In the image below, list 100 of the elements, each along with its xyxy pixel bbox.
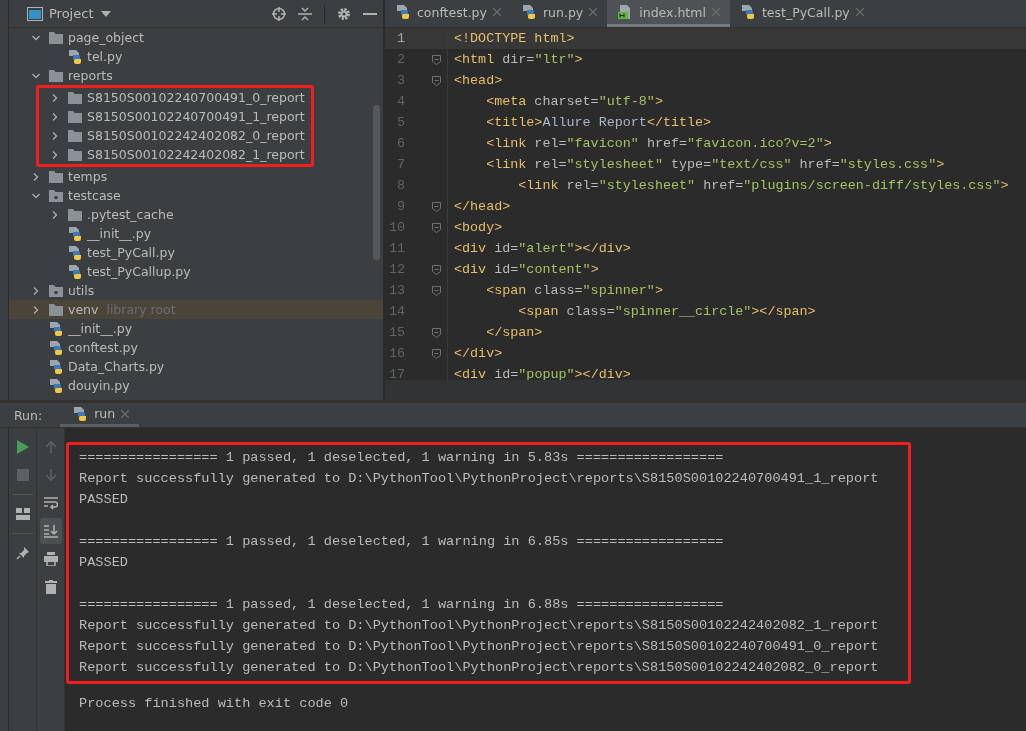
python-file-icon — [520, 4, 537, 20]
tree-item[interactable]: venv library root — [9, 300, 383, 319]
fold-marker-icon[interactable] — [432, 54, 441, 65]
line-number: 8 — [395, 178, 405, 193]
folder-icon — [67, 109, 83, 124]
console-line: PASSED — [79, 491, 129, 509]
fold-marker-icon[interactable] — [432, 348, 441, 359]
editor-tab[interactable]: conftest.py — [385, 0, 511, 27]
line-number: 13 — [387, 283, 405, 298]
editor-tab[interactable]: index.html — [607, 0, 730, 27]
code-line: <div id="popup"></div> — [454, 367, 631, 380]
folder-icon — [67, 90, 83, 105]
code-line: <!DOCTYPE html> — [454, 31, 575, 46]
code-line: <head> — [454, 73, 503, 88]
chevron-right-icon[interactable] — [50, 149, 60, 160]
chevron-right-icon[interactable] — [31, 171, 41, 182]
tree-item[interactable]: __init__.py — [9, 224, 383, 243]
chevron-right-icon[interactable] — [31, 285, 41, 296]
trash-icon[interactable] — [44, 580, 57, 594]
tree-item[interactable]: test_PyCall.py — [9, 243, 383, 262]
tree-item[interactable]: testcase — [9, 186, 383, 205]
locate-icon[interactable] — [272, 6, 286, 21]
run-tab[interactable]: run — [60, 403, 140, 427]
caret-icon[interactable] — [101, 10, 112, 17]
chevron-right-icon[interactable] — [50, 92, 60, 103]
tree-item[interactable]: S8150S00102242402082_1_report — [39, 145, 311, 164]
tree-item[interactable]: douyin.py — [9, 376, 383, 395]
project-window-icon — [27, 6, 43, 21]
code-line: <body> — [454, 220, 503, 235]
line-number: 11 — [387, 241, 405, 256]
package-folder-icon — [48, 283, 64, 298]
python-file-icon — [48, 320, 64, 337]
fold-marker-icon[interactable] — [432, 327, 441, 338]
project-view-dropdown[interactable]: Project — [49, 6, 112, 21]
line-number: 4 — [395, 94, 405, 109]
tree-item[interactable]: reports — [9, 66, 383, 85]
tree-item[interactable]: .pytest_cache — [9, 205, 383, 224]
code-line: <link rel="stylesheet" href="plugins/screen-diff/styles.css"> — [517, 178, 1009, 193]
run-icon[interactable] — [15, 439, 30, 455]
tree-item[interactable]: page_object — [9, 28, 383, 47]
fold-marker-icon[interactable] — [432, 222, 441, 233]
tree-item[interactable]: test_PyCallup.py — [9, 262, 383, 281]
close-icon[interactable] — [855, 8, 864, 16]
line-number: 17 — [387, 367, 405, 380]
code-line: <link rel="favicon" href="favicon.ico?v=2"> — [485, 136, 832, 151]
folder-icon — [48, 68, 64, 83]
run-panel-label: Run: — [14, 407, 43, 423]
python-file-icon — [395, 4, 411, 20]
console-line: ================= 1 passed, 1 deselected, 1 warning in 5.83s ================== — [79, 449, 725, 467]
code-line: </head> — [454, 199, 511, 214]
line-number: 5 — [395, 115, 405, 130]
code-line: </span> — [485, 325, 543, 340]
editor-tab[interactable]: run.py — [510, 0, 608, 27]
chevron-right-icon[interactable] — [50, 111, 60, 122]
close-icon[interactable] — [121, 409, 130, 418]
tree-item[interactable]: __init__.py — [9, 319, 383, 338]
python-file-icon — [67, 225, 83, 242]
folder-icon — [48, 30, 64, 45]
tree-item[interactable]: S8150S00102242402082_0_report — [39, 126, 311, 145]
tree-item[interactable]: conftest.py — [9, 338, 383, 357]
code-line: <span class="spinner__circle"></span> — [517, 304, 816, 319]
code-line: </div> — [454, 346, 503, 361]
soft-wrap-icon[interactable] — [43, 496, 58, 510]
line-number: 2 — [395, 52, 405, 67]
console-line: Report successfully generated to D:\PythonTool\PythonProject\reports\S8150S00102240700491_0_report — [79, 638, 880, 656]
tree-item[interactable]: utils — [9, 281, 383, 300]
python-file-icon — [48, 377, 64, 394]
print-icon[interactable] — [43, 552, 58, 566]
python-file-icon — [48, 358, 64, 375]
layout-icon[interactable] — [15, 508, 30, 520]
console-line: ================= 1 passed, 1 deselected, 1 warning in 6.88s ================== — [79, 596, 725, 614]
fold-marker-icon[interactable] — [432, 201, 441, 212]
close-icon[interactable] — [589, 8, 598, 16]
chevron-right-icon[interactable] — [50, 209, 60, 220]
line-number: 10 — [387, 220, 405, 235]
editor-tab[interactable]: test_PyCall.py — [729, 0, 874, 27]
scroll-to-end-icon[interactable] — [43, 524, 58, 538]
line-number: 1 — [395, 31, 405, 46]
tree-item[interactable]: tel.py — [9, 47, 383, 66]
line-number: 16 — [387, 346, 405, 361]
code-line: <title>Allure Report</title> — [485, 115, 712, 130]
console-line: ================= 1 passed, 1 deselected, 1 warning in 6.85s ================== — [79, 533, 725, 551]
line-number: 7 — [395, 157, 405, 172]
pin-icon[interactable] — [15, 546, 30, 560]
line-number: 9 — [395, 199, 405, 214]
fold-marker-icon[interactable] — [432, 285, 441, 296]
chevron-right-icon[interactable] — [31, 304, 41, 315]
collapse-all-icon[interactable] — [298, 6, 312, 21]
code-line: <div id="alert"></div> — [454, 241, 631, 256]
settings-icon[interactable] — [337, 6, 351, 21]
code-line: <span class="spinner"> — [485, 283, 663, 298]
tree-item[interactable]: temps — [9, 167, 383, 186]
tree-item[interactable]: S8150S00102240700491_0_report — [39, 88, 311, 107]
tree-item[interactable]: Data_Charts.py — [9, 357, 383, 376]
scrollbar-thumb[interactable] — [373, 105, 380, 260]
tree-item[interactable]: S8150S00102240700491_1_report — [39, 107, 311, 126]
chevron-right-icon[interactable] — [50, 130, 60, 141]
fold-marker-icon[interactable] — [432, 264, 441, 275]
fold-marker-icon[interactable] — [432, 75, 441, 86]
close-icon[interactable] — [492, 8, 501, 16]
